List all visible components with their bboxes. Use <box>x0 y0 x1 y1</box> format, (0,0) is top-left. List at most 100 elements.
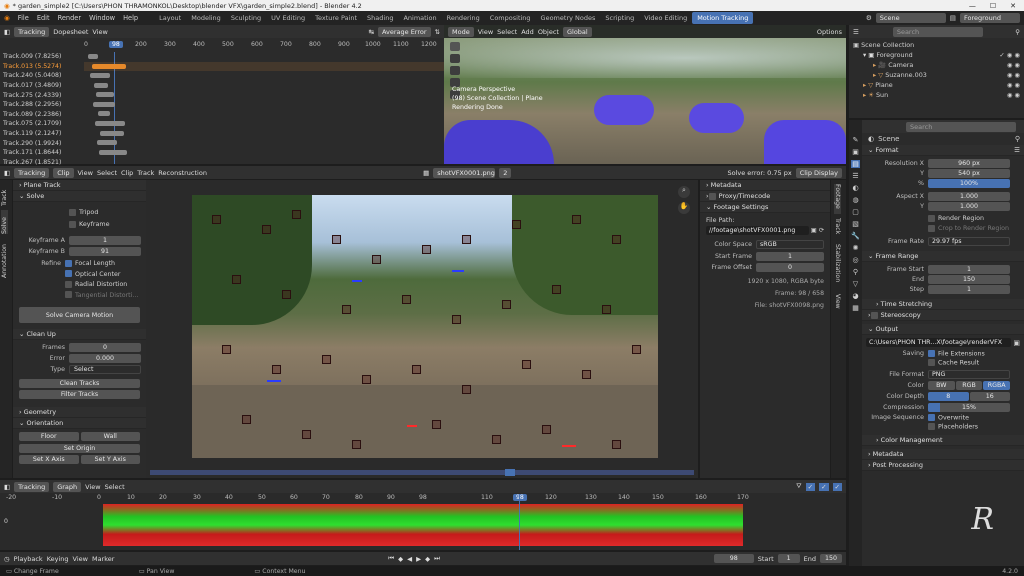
minimize-icon[interactable]: — <box>969 2 976 10</box>
modifier-icon[interactable]: 🔧 <box>851 232 860 240</box>
workspace-tab-geometry-nodes[interactable]: Geometry Nodes <box>536 12 601 24</box>
timeline-editor-icon[interactable]: ◷ <box>4 555 10 563</box>
solve-section[interactable]: ⌄ Solve <box>13 191 146 202</box>
dopesheet-view-menu[interactable]: View <box>92 28 107 36</box>
properties-search[interactable]: Search <box>906 121 1016 132</box>
output-path-field[interactable]: C:\Users\PHON THR...X\footage\renderVFX <box>866 338 1012 347</box>
workspace-tab-compositing[interactable]: Compositing <box>485 12 536 24</box>
graph-view-select[interactable]: Graph <box>53 481 82 492</box>
timeline-view-menu[interactable]: View <box>73 555 88 563</box>
tab-footage[interactable]: Footage <box>834 184 841 214</box>
file-path-field[interactable]: //footage\shotVFX0001.png <box>706 226 809 235</box>
output-icon[interactable]: ▤ <box>851 160 860 168</box>
clip-users-count[interactable]: 2 <box>499 167 512 178</box>
playback-menu[interactable]: Playback <box>14 555 43 563</box>
average-error-select[interactable]: Average Error <box>377 26 431 37</box>
checkbox-icon[interactable] <box>708 192 716 200</box>
aspect-x-field[interactable]: 1.000 <box>928 192 1010 201</box>
visibility-icon[interactable]: ✓ ◉ ◉ <box>999 50 1020 60</box>
metadata-props-section[interactable]: › Metadata <box>862 449 1024 460</box>
pan-hand-icon[interactable]: ✋ <box>678 202 690 214</box>
post-processing-section[interactable]: › Post Processing <box>862 460 1024 471</box>
invert-icon[interactable]: ⇅ <box>435 28 440 36</box>
cursor-icon[interactable] <box>450 54 460 63</box>
start-frame-field[interactable]: 1 <box>756 252 824 261</box>
clip-view-select[interactable]: Clip <box>53 167 74 178</box>
outliner-row-sun[interactable]: ▸ ☀ Sun ◉ ◉ <box>853 90 1020 100</box>
editor-type-icon[interactable]: ◧ <box>4 483 10 491</box>
clip-menu-view[interactable]: View <box>78 169 93 177</box>
tool-icon[interactable]: ✎ <box>853 136 859 144</box>
render-region-checkbox[interactable]: Render Region <box>928 214 1024 224</box>
track-channel[interactable]: Track.017 (3.4809) <box>3 81 83 91</box>
graph-menu-view[interactable]: View <box>85 483 100 491</box>
workspace-tab-motion-tracking[interactable]: Motion Tracking <box>692 12 754 24</box>
prev-key-icon[interactable]: ◆ <box>398 555 403 563</box>
workspace-tab-scripting[interactable]: Scripting <box>600 12 639 24</box>
filter-icon[interactable]: ⚲ <box>1015 28 1020 36</box>
floor-button[interactable]: Floor <box>19 432 79 441</box>
geometry-section[interactable]: › Geometry <box>13 407 146 418</box>
tripod-checkbox[interactable]: Tripod <box>69 206 140 218</box>
overwrite-checkbox[interactable]: Overwrite <box>928 414 969 422</box>
constraints-icon[interactable]: ⚲ <box>853 268 858 276</box>
visibility-icon[interactable]: ◉ ◉ <box>1007 90 1020 100</box>
depth-16-toggle[interactable]: 16 <box>969 392 1010 401</box>
folder-icon[interactable]: ▣ <box>1013 339 1020 347</box>
solve-camera-motion-button[interactable]: Solve Camera Motion <box>19 307 140 323</box>
workspace-tab-animation[interactable]: Animation <box>398 12 441 24</box>
cache-result-checkbox[interactable]: Cache Result <box>928 358 979 366</box>
close-icon[interactable]: ✕ <box>1010 2 1016 10</box>
time-stretching-section[interactable]: › Time Stretching <box>862 299 1024 310</box>
timeline-end-field[interactable]: 150 <box>820 554 842 563</box>
crop-region-checkbox[interactable]: Crop to Render Region <box>928 224 1024 234</box>
file-format-dropdown[interactable]: PNG <box>928 370 1010 379</box>
visibility-icon[interactable]: ◉ ◉ <box>1007 80 1020 90</box>
placeholders-checkbox[interactable]: Placeholders <box>928 422 978 430</box>
scene-collection-row[interactable]: ▣ Scene Collection <box>853 40 1020 50</box>
select-box-icon[interactable] <box>450 42 460 51</box>
workspace-tab-rendering[interactable]: Rendering <box>442 12 485 24</box>
visibility-icon[interactable]: ◉ ◉ <box>1007 60 1020 70</box>
workspace-tab-layout[interactable]: Layout <box>154 12 186 24</box>
timeline-start-field[interactable]: 1 <box>777 554 800 563</box>
tangential-distortion-checkbox[interactable]: Tangential Distorti... <box>65 291 138 302</box>
menu-edit[interactable]: Edit <box>37 14 50 22</box>
graph-ruler[interactable]: -20 -10 0 10 20 30 40 50 60 70 80 90 98 … <box>0 494 846 503</box>
collection-icon[interactable]: ▢ <box>852 208 859 216</box>
scene-selector[interactable]: Scene <box>875 13 946 23</box>
dopesheet-view-select[interactable]: Dopesheet <box>53 28 88 36</box>
current-frame-indicator[interactable]: 98 <box>109 40 123 48</box>
play-icon[interactable]: ▶ <box>416 555 421 563</box>
suzanne-mesh[interactable] <box>594 95 654 125</box>
move-icon[interactable] <box>450 66 460 75</box>
viewport-view-menu[interactable]: View <box>478 28 493 36</box>
menu-help[interactable]: Help <box>123 14 138 22</box>
particles-icon[interactable]: ✺ <box>853 244 859 252</box>
visibility-icon[interactable]: ◉ ◉ <box>1007 70 1020 80</box>
aspect-y-field[interactable]: 1.000 <box>928 202 1010 211</box>
viewport-object-menu[interactable]: Object <box>538 28 559 36</box>
suzanne-mesh[interactable] <box>764 120 846 164</box>
metadata-section[interactable]: › Metadata <box>700 180 830 191</box>
graph-curves[interactable] <box>103 504 743 546</box>
editor-type-icon[interactable]: ◧ <box>4 28 10 36</box>
keyframe-checkbox[interactable]: Keyframe <box>69 218 140 230</box>
set-origin-button[interactable]: Set Origin <box>19 444 140 453</box>
track-channel[interactable]: Track.119 (2.1247) <box>3 129 83 139</box>
tab-stabilization[interactable]: Stabilization <box>834 244 841 290</box>
footage-settings-section[interactable]: ⌄ Footage Settings <box>700 202 830 213</box>
tracking-mode-select[interactable]: Tracking <box>14 26 50 37</box>
tab-track-right[interactable]: Track <box>834 218 841 240</box>
resolution-y-field[interactable]: 540 px <box>928 169 1010 178</box>
outliner-type-icon[interactable]: ☰ <box>853 28 859 36</box>
track-channel[interactable]: Track.171 (1.8644) <box>3 148 83 158</box>
keyframe-b-field[interactable]: 91 <box>69 247 141 256</box>
transform-orientation-select[interactable]: Global <box>562 26 592 37</box>
track-channel[interactable]: Track.290 (1.9924) <box>3 138 83 148</box>
output-section[interactable]: ⌄ Output <box>862 324 1024 335</box>
focal-length-checkbox[interactable]: Focal Length <box>65 259 138 270</box>
track-channel[interactable]: Track.089 (2.2386) <box>3 110 83 120</box>
frame-end-field[interactable]: 150 <box>928 275 1010 284</box>
resolution-x-field[interactable]: 960 px <box>928 159 1010 168</box>
